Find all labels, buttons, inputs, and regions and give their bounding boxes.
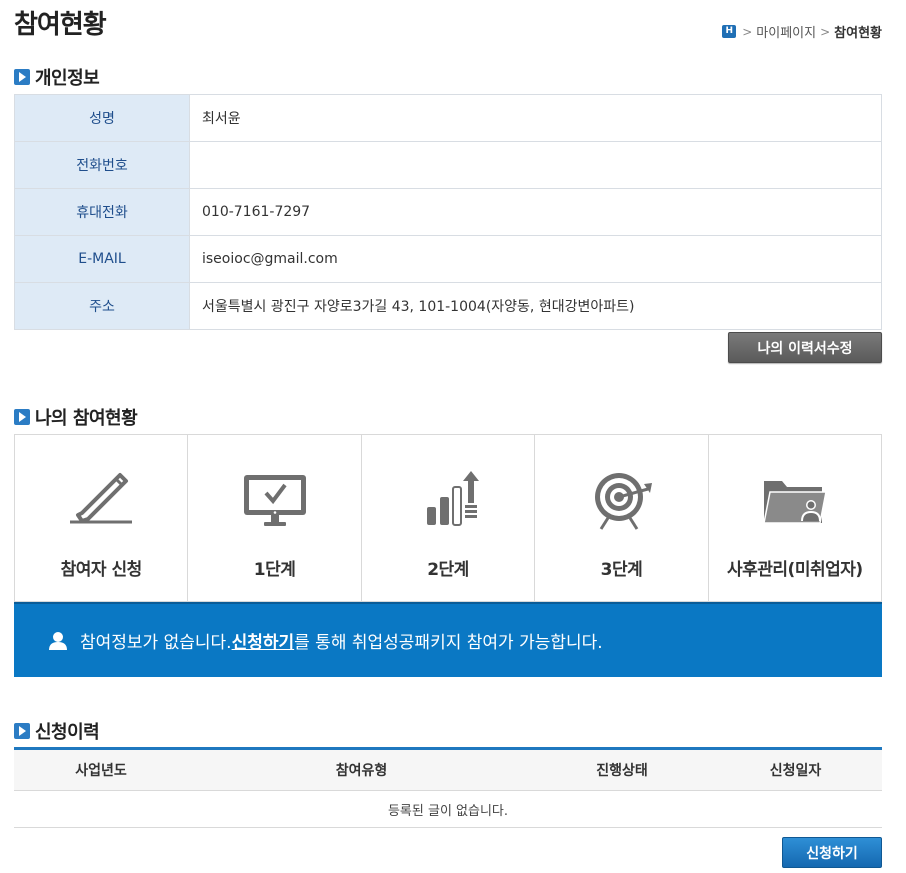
table-row: E-MAIL iseoioc@gmail.com — [14, 235, 882, 283]
step-label: 3단계 — [600, 560, 643, 580]
section-title-personal: 개인정보 — [14, 64, 100, 90]
breadcrumb: H > 마이페이지 > 참여현황 — [722, 22, 882, 41]
step-label: 1단계 — [253, 560, 296, 580]
section-title-text: 개인정보 — [35, 68, 100, 89]
col-header-status: 진행상태 — [535, 747, 709, 791]
table-row: 등록된 글이 없습니다. — [14, 790, 882, 828]
participation-notice: 참여정보가 없습니다. 신청하기 를 통해 취업성공패키지 참여가 가능합니다. — [14, 602, 882, 677]
section-arrow-icon — [14, 723, 30, 739]
breadcrumb-separator: > — [820, 24, 831, 39]
pencil-icon — [70, 473, 133, 524]
participation-steps: 참여자 신청 1단계 2단계 3단계 사후관리(미취업자) — [14, 434, 882, 602]
row-label-email: E-MAIL — [14, 235, 190, 283]
step-label: 참여자 신청 — [60, 560, 143, 580]
home-icon[interactable]: H — [722, 25, 737, 38]
folder-user-icon — [762, 481, 827, 524]
breadcrumb-separator: > — [742, 24, 753, 39]
apply-button[interactable]: 신청하기 — [782, 837, 882, 868]
row-label-address: 주소 — [14, 282, 190, 330]
col-header-type: 참여유형 — [188, 747, 535, 791]
step-label: 사후관리(미취업자) — [726, 560, 863, 580]
row-value-email: iseoioc@gmail.com — [189, 235, 882, 283]
section-title-participation: 나의 참여현황 — [14, 404, 138, 430]
notice-prefix: 참여정보가 없습니다. — [80, 633, 232, 653]
breadcrumb-mypage[interactable]: 마이페이지 — [756, 22, 816, 41]
table-row: 휴대전화 010-7161-7297 — [14, 188, 882, 236]
col-header-year: 사업년도 — [14, 747, 188, 791]
row-value-address: 서울특별시 광진구 자양로3가길 43, 101-1004(자양동, 현대강변아… — [189, 282, 882, 330]
col-header-date: 신청일자 — [709, 747, 882, 791]
step-label: 2단계 — [427, 560, 469, 580]
monitor-check-icon — [243, 475, 306, 526]
step-aftercare: 사후관리(미취업자) — [709, 435, 881, 601]
personal-info-table: 성명 최서윤 전화번호 휴대전화 010-7161-7297 E-MAIL is… — [14, 94, 882, 330]
section-title-text: 신청이력 — [35, 722, 100, 743]
apply-link[interactable]: 신청하기 — [232, 628, 295, 653]
table-row: 전화번호 — [14, 141, 882, 189]
section-arrow-icon — [14, 69, 30, 85]
row-label-mobile: 휴대전화 — [14, 188, 190, 236]
table-row: 주소 서울특별시 광진구 자양로3가길 43, 101-1004(자양동, 현대… — [14, 282, 882, 330]
breadcrumb-current: 참여현황 — [834, 26, 882, 41]
empty-message: 등록된 글이 없습니다. — [14, 790, 882, 828]
row-value-name: 최서윤 — [189, 94, 882, 142]
section-title-text: 나의 참여현황 — [35, 408, 138, 429]
table-header-row: 사업년도 참여유형 진행상태 신청일자 — [14, 747, 882, 791]
user-icon — [49, 631, 67, 650]
row-label-phone: 전화번호 — [14, 141, 190, 189]
target-icon — [595, 473, 653, 530]
edit-resume-button[interactable]: 나의 이력서수정 — [728, 332, 882, 363]
section-arrow-icon — [14, 409, 30, 425]
step-2: 2단계 — [362, 435, 536, 601]
page-title: 참여현황 — [14, 10, 107, 40]
history-table: 사업년도 참여유형 진행상태 신청일자 등록된 글이 없습니다. — [14, 747, 882, 828]
step-3: 3단계 — [535, 435, 709, 601]
notice-suffix: 를 통해 취업성공패키지 참여가 가능합니다. — [294, 633, 603, 653]
step-apply: 참여자 신청 — [15, 435, 189, 601]
row-value-phone — [189, 141, 882, 189]
section-title-history: 신청이력 — [14, 718, 100, 744]
table-row: 성명 최서윤 — [14, 94, 882, 142]
row-label-name: 성명 — [14, 94, 190, 142]
step-1: 1단계 — [188, 435, 362, 601]
row-value-mobile: 010-7161-7297 — [189, 188, 882, 236]
bar-growth-icon — [427, 471, 480, 526]
